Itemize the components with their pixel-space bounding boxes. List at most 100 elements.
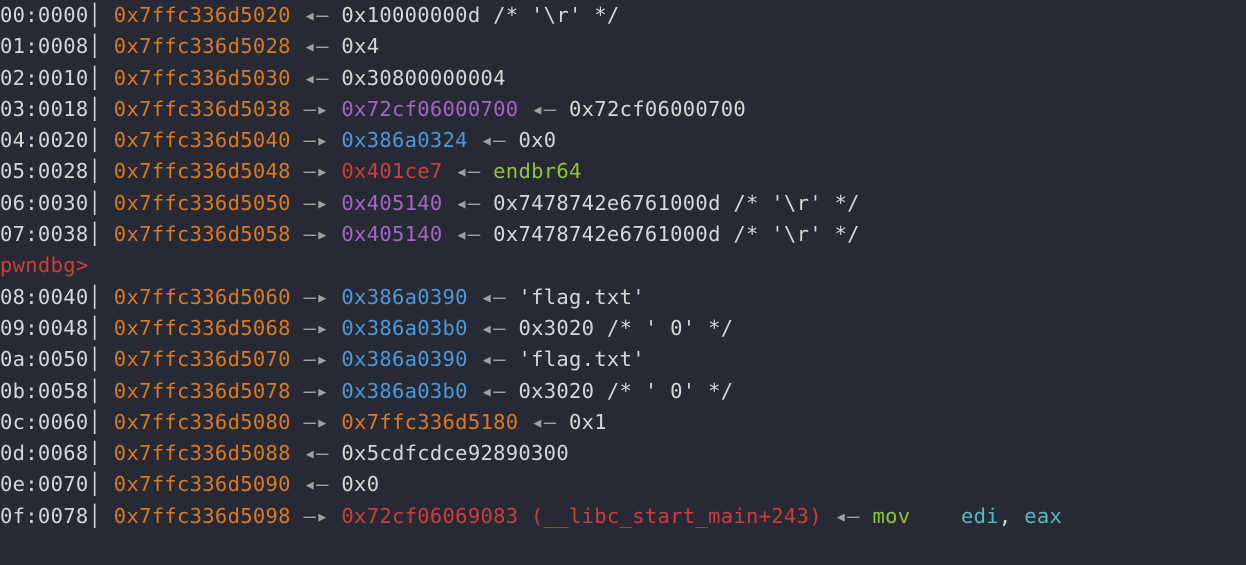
stack-row: 0a:0050│ 0x7ffc336d5070 —▸ 0x386a0390 ◂—… [0,344,1246,375]
offset-label: 0d:0068 [0,441,89,465]
stack-row: 0f:0078│ 0x7ffc336d5098 —▸ 0x72cf0606908… [0,501,1246,532]
value-token: 0x405140 [341,222,442,246]
separator-bar: │ [89,34,114,58]
stack-address: 0x7ffc336d5098 [114,504,291,528]
stack-address: 0x7ffc336d5020 [114,3,291,27]
offset-label: 02:0010 [0,66,89,90]
value-token: 0x405140 [341,191,442,215]
value-token: eax [1024,504,1062,528]
offset-label: 01:0008 [0,34,89,58]
value-token: endbr64 [493,159,582,183]
separator-bar: │ [89,159,114,183]
stack-address: 0x7ffc336d5058 [114,222,291,246]
arrow-left-icon: ◂— [303,472,328,496]
value-token: 'flag.txt' [518,285,644,309]
stack-address: 0x7ffc336d5068 [114,316,291,340]
value-token: 0x401ce7 [341,159,442,183]
separator-bar: │ [89,128,114,152]
offset-label: 00:0000 [0,3,89,27]
stack-row: 0d:0068│ 0x7ffc336d5088 ◂— 0x5cdfcdce928… [0,438,1246,469]
debugger-prompt[interactable]: pwndbg> [0,253,89,277]
stack-address: 0x7ffc336d5030 [114,66,291,90]
arrow-left-icon: ◂— [531,410,556,434]
stack-address: 0x7ffc336d5088 [114,441,291,465]
value-token: 0x7478742e6761000d /* '\r' */ [493,191,860,215]
stack-address: 0x7ffc336d5070 [114,347,291,371]
value-token: 0x72cf06069083 [341,504,518,528]
value-token: 0x386a0390 [341,347,467,371]
separator-bar: │ [89,97,114,121]
stack-row: 00:0000│ 0x7ffc336d5020 ◂— 0x10000000d /… [0,0,1246,31]
arrow-right-icon: —▸ [303,410,328,434]
separator-bar: │ [89,504,114,528]
stack-row: 06:0030│ 0x7ffc336d5050 —▸ 0x405140 ◂— 0… [0,188,1246,219]
offset-label: 0a:0050 [0,347,89,371]
separator-bar: │ [89,222,114,246]
separator-bar: │ [89,66,114,90]
stack-row: 0e:0070│ 0x7ffc336d5090 ◂— 0x0 [0,469,1246,500]
value-token: mov [872,504,948,528]
value-token: 0x386a03b0 [341,316,467,340]
arrow-right-icon: —▸ [303,97,328,121]
offset-label: 0b:0058 [0,379,89,403]
stack-address: 0x7ffc336d5040 [114,128,291,152]
offset-label: 0c:0060 [0,410,89,434]
value-token: 0x72cf06000700 [569,97,746,121]
arrow-right-icon: —▸ [303,285,328,309]
stack-address: 0x7ffc336d5078 [114,379,291,403]
offset-label: 0e:0070 [0,472,89,496]
separator-bar: │ [89,191,114,215]
arrow-right-icon: —▸ [303,347,328,371]
arrow-left-icon: ◂— [303,3,328,27]
arrow-left-icon: ◂— [480,285,505,309]
arrow-left-icon: ◂— [303,34,328,58]
arrow-right-icon: —▸ [303,379,328,403]
value-token: 0x386a0324 [341,128,467,152]
stack-row: 03:0018│ 0x7ffc336d5038 —▸ 0x72cf0600070… [0,94,1246,125]
stack-dump: 00:0000│ 0x7ffc336d5020 ◂— 0x10000000d /… [0,0,1246,532]
arrow-right-icon: —▸ [303,128,328,152]
stack-row: 02:0010│ 0x7ffc336d5030 ◂— 0x30800000004 [0,63,1246,94]
offset-label: 04:0020 [0,128,89,152]
offset-label: 08:0040 [0,285,89,309]
stack-row: 0b:0058│ 0x7ffc336d5078 —▸ 0x386a03b0 ◂—… [0,376,1246,407]
separator-bar: │ [89,347,114,371]
value-token: 0x5cdfcdce92890300 [341,441,569,465]
separator-bar: │ [89,285,114,309]
stack-address: 0x7ffc336d5038 [114,97,291,121]
stack-address: 0x7ffc336d5080 [114,410,291,434]
offset-label: 07:0038 [0,222,89,246]
separator-bar: │ [89,441,114,465]
offset-label: 06:0030 [0,191,89,215]
value-token: ( [518,504,543,528]
value-token: 0x30800000004 [341,66,505,90]
separator-bar: │ [89,316,114,340]
value-token: 0x0 [518,128,556,152]
stack-row: 07:0038│ 0x7ffc336d5058 —▸ 0x405140 ◂— 0… [0,219,1246,250]
arrow-right-icon: —▸ [303,504,328,528]
arrow-right-icon: —▸ [303,159,328,183]
arrow-left-icon: ◂— [303,66,328,90]
value-token: 0x3020 /* ' 0' */ [518,379,733,403]
arrow-left-icon: ◂— [480,128,505,152]
arrow-right-icon: —▸ [303,191,328,215]
offset-label: 05:0028 [0,159,89,183]
value-token: , [999,504,1024,528]
prompt-line[interactable]: pwndbg> [0,250,1246,281]
value-token: 0x7478742e6761000d /* '\r' */ [493,222,860,246]
separator-bar: │ [89,410,114,434]
value-token: 0x3020 /* ' 0' */ [518,316,733,340]
stack-address: 0x7ffc336d5060 [114,285,291,309]
value-token: 'flag.txt' [518,347,644,371]
separator-bar: │ [89,379,114,403]
arrow-left-icon: ◂— [531,97,556,121]
stack-row: 01:0008│ 0x7ffc336d5028 ◂— 0x4 [0,31,1246,62]
arrow-left-icon: ◂— [480,316,505,340]
stack-row: 08:0040│ 0x7ffc336d5060 —▸ 0x386a0390 ◂—… [0,282,1246,313]
value-token: 0x386a0390 [341,285,467,309]
arrow-right-icon: —▸ [303,222,328,246]
value-token: ) [809,504,822,528]
stack-row: 05:0028│ 0x7ffc336d5048 —▸ 0x401ce7 ◂— e… [0,156,1246,187]
offset-label: 03:0018 [0,97,89,121]
arrow-left-icon: ◂— [835,504,860,528]
